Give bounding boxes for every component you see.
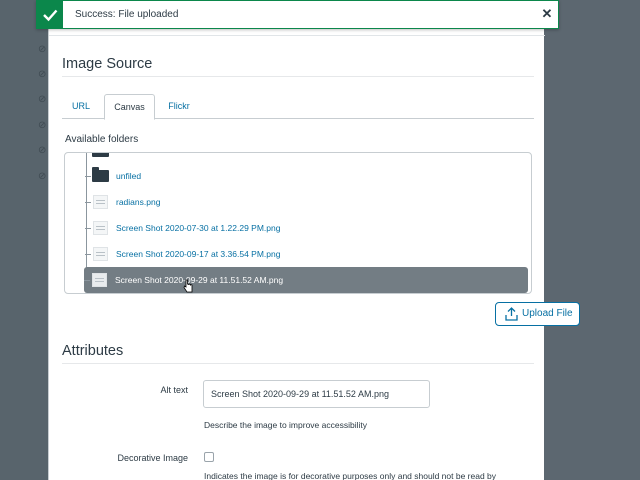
decorative-image-hint: Indicates the image is for decorative pu… — [204, 471, 497, 480]
close-icon[interactable]: ✕ — [540, 7, 554, 21]
tree-item-unfiled[interactable]: unfiled — [85, 163, 529, 189]
tree-connector — [85, 254, 91, 255]
image-file-icon — [93, 221, 108, 235]
toast-message: Success: File uploaded — [75, 9, 179, 20]
tree-item-label: Screen Shot 2020-07-30 at 1.22.29 PM.png — [116, 223, 281, 233]
tree-item-label: Screen Shot 2020-09-29 at 11.51.52 AM.pn… — [115, 275, 284, 285]
attributes-title: Attributes — [62, 343, 124, 359]
folder-icon — [92, 167, 109, 182]
alt-text-label: Alt text — [160, 385, 188, 395]
success-toast: Success: File uploaded ✕ — [36, 0, 559, 29]
folder-tree[interactable]: unfiled radians.png Screen Shot 2020-07-… — [64, 152, 532, 294]
alt-text-input[interactable] — [203, 380, 430, 408]
section-divider — [62, 76, 534, 77]
available-folders-label: Available folders — [65, 134, 139, 145]
upload-file-label: Upload File — [522, 308, 573, 319]
tab-canvas[interactable]: Canvas — [104, 94, 155, 120]
tree-item-label: unfiled — [116, 171, 142, 181]
tree-item-label: radians.png — [116, 197, 161, 207]
checkmark-icon — [43, 9, 58, 22]
tree-connector — [85, 202, 91, 203]
image-options-modal: Image Source URL Canvas Flickr Available… — [48, 0, 580, 480]
image-source-tabs: URL Canvas Flickr — [62, 94, 534, 120]
tree-connector — [85, 176, 91, 177]
hand-cursor-icon — [183, 279, 193, 293]
tree-item-file[interactable]: Screen Shot 2020-09-17 at 3.36.54 PM.png — [85, 241, 529, 267]
tree-item-file[interactable]: radians.png — [85, 189, 529, 215]
tab-url[interactable]: URL — [62, 94, 100, 119]
folder-icon — [92, 153, 109, 157]
alt-text-hint: Describe the image to improve accessibil… — [204, 420, 367, 430]
tree-connector — [85, 228, 91, 229]
right-backdrop — [544, 0, 640, 480]
image-source-title: Image Source — [62, 56, 153, 72]
image-file-icon — [92, 273, 107, 287]
image-file-icon — [93, 247, 108, 261]
tree-connector — [84, 280, 90, 281]
decorative-image-checkbox[interactable] — [204, 452, 214, 462]
decorative-image-label: Decorative Image — [117, 453, 188, 463]
upload-file-button[interactable]: Upload File — [495, 302, 580, 326]
tree-item-file[interactable]: Screen Shot 2020-07-30 at 1.22.29 PM.png — [85, 215, 529, 241]
tree-item-label: Screen Shot 2020-09-17 at 3.36.54 PM.png — [116, 249, 281, 259]
toast-status-bar — [37, 1, 63, 29]
image-file-icon — [93, 195, 108, 209]
upload-icon — [505, 307, 518, 321]
tab-flickr[interactable]: Flickr — [159, 94, 199, 119]
tree-item-selected-file[interactable]: Screen Shot 2020-09-29 at 11.51.52 AM.pn… — [84, 267, 528, 293]
section-divider — [62, 363, 534, 364]
